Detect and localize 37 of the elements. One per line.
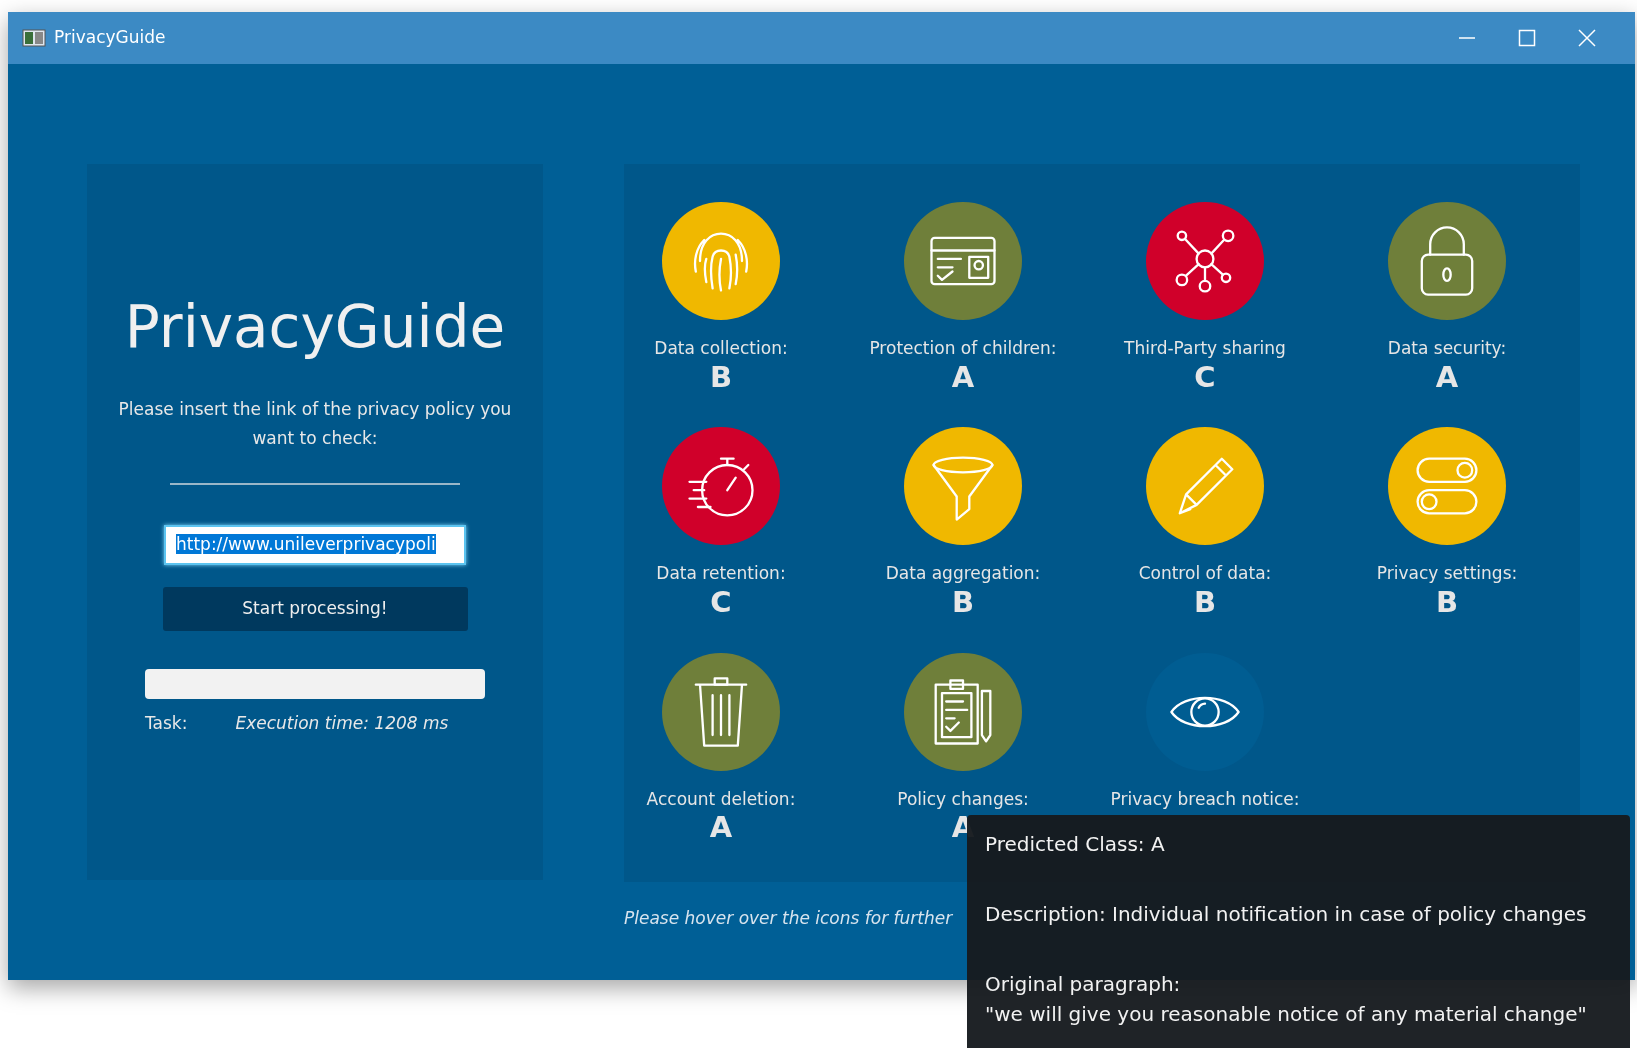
category-grade: C	[1194, 361, 1216, 394]
category-label: Protection of children:	[869, 337, 1057, 360]
category-label: Data aggregation:	[885, 562, 1041, 586]
category-label: Data security:	[1387, 337, 1507, 360]
category-label: Privacy settings:	[1376, 562, 1518, 586]
category-label: Third-Party sharing	[1124, 337, 1286, 360]
start-button[interactable]: Start processing!	[162, 586, 468, 631]
category-label: Control of data:	[1138, 562, 1272, 586]
window-icon	[22, 29, 46, 47]
category-grade: A	[1435, 361, 1459, 394]
category-label: Account deletion:	[646, 787, 796, 811]
category-grade: B	[951, 586, 975, 619]
category-grade: A	[951, 812, 975, 845]
category-grade: A	[709, 812, 733, 845]
predicted-class-text: Predicted Class: A	[985, 831, 1165, 858]
paragraph-label: Original paragraph:	[985, 971, 1181, 998]
task-status: Execution time: 1208 ms	[235, 711, 449, 735]
window-title: PrivacyGuide	[54, 26, 166, 50]
app-title: PrivacyGuide	[124, 292, 506, 363]
category-label: Data collection:	[654, 337, 788, 360]
category-grade: B	[1193, 586, 1217, 619]
paragraph-text: "we will give you reasonable notice of any material change"	[985, 1001, 1587, 1028]
category-grade: B	[1435, 586, 1459, 619]
category-grade: B	[709, 361, 733, 394]
close-icon	[1578, 29, 1596, 47]
hint-text: Please hover over the icons for further	[624, 907, 953, 930]
url-field[interactable]: http://www.unileverprivacypoli	[164, 524, 466, 565]
minimize-icon	[1459, 37, 1475, 39]
task-label: Task:	[145, 711, 188, 735]
instruction-text: Please insert the link of the privacy policy you want to check:	[117, 398, 513, 450]
category-label: Data retention:	[656, 562, 786, 586]
category-grade: A	[951, 361, 975, 394]
category-label: Privacy breach notice:	[1110, 787, 1300, 811]
description-text: Description: Individual notification in case of policy changes	[985, 901, 1587, 928]
category-grade: C	[710, 586, 732, 619]
maximize-icon	[1518, 29, 1536, 47]
category-label: Policy changes:	[897, 787, 1029, 811]
